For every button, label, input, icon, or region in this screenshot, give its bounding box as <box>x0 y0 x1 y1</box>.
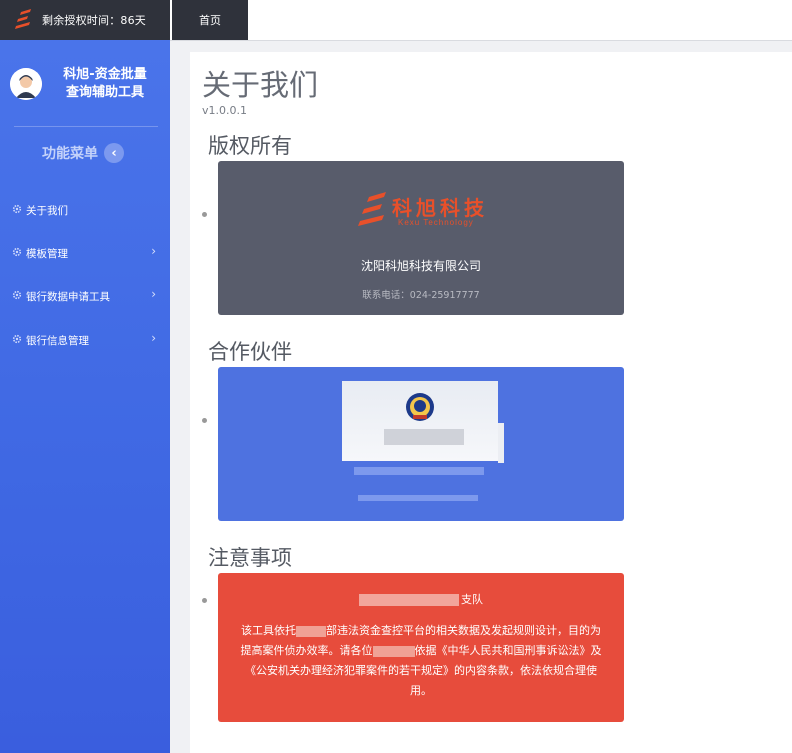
chevron-right-icon: › <box>151 331 156 345</box>
gear-icon <box>12 204 22 214</box>
menu-header-label: 功能菜单 <box>42 146 98 162</box>
menu-header: 功能菜单 ‹ <box>42 143 124 163</box>
sidebar-item-label: 银行数据申请工具 <box>26 291 110 303</box>
main-content: 关于我们 v1.0.0.1 版权所有 科旭科技 Kexu Technology … <box>190 52 792 753</box>
redacted-block <box>359 594 459 606</box>
redacted-block <box>358 495 478 501</box>
gear-icon <box>12 247 22 257</box>
redacted-block <box>372 645 415 657</box>
top-bar: 剩余授权时间：86天 首页 <box>0 0 792 41</box>
chevron-left-icon: ‹ <box>111 145 117 161</box>
sidebar-item-label: 关于我们 <box>26 205 68 217</box>
sidebar-item-bank-data-tool[interactable]: 银行数据申请工具 › <box>0 284 170 308</box>
notice-card: 支队 该工具依托 部违法资金查控平台的相关数据及发起规则设计，目的为提高案件侦办效… <box>218 573 624 722</box>
sidebar-item-about[interactable]: 关于我们 <box>0 198 170 222</box>
avatar[interactable] <box>10 68 42 100</box>
sidebar-item-template[interactable]: 模板管理 › <box>0 241 170 265</box>
page-title: 关于我们 <box>202 68 319 102</box>
chevron-right-icon: › <box>151 287 156 301</box>
notice-text: 该工具依托 部违法资金查控平台的相关数据及发起规则设计，目的为提高案件侦办效率。请… <box>240 621 602 701</box>
sidebar-item-label: 模板管理 <box>26 248 68 260</box>
copyright-card: 科旭科技 Kexu Technology 沈阳科旭科技有限公司 联系电话：024… <box>218 161 624 315</box>
sidebar-item-bank-info[interactable]: 银行信息管理 › <box>0 328 170 352</box>
list-bullet <box>202 598 207 603</box>
section-title-copyright: 版权所有 <box>208 134 292 158</box>
app-name: 科旭-资金批量 查询辅助工具 <box>50 66 160 102</box>
license-panel: 剩余授权时间：86天 <box>0 0 170 40</box>
list-bullet <box>202 212 207 217</box>
chevron-right-icon: › <box>151 244 156 258</box>
redacted-block <box>384 429 464 445</box>
collapse-sidebar-button[interactable]: ‹ <box>104 143 124 163</box>
company-name: 沈阳科旭科技有限公司 <box>360 259 481 273</box>
user-avatar-icon <box>10 68 42 100</box>
section-title-notice: 注意事项 <box>208 546 292 570</box>
app-logo-icon <box>15 9 31 29</box>
sidebar: 科旭-资金批量 查询辅助工具 功能菜单 ‹ 关于我们 模板管理 › 银行数据申请… <box>0 40 170 753</box>
license-remaining-text: 剩余授权时间：86天 <box>42 14 146 27</box>
redacted-block <box>296 625 326 637</box>
list-bullet <box>202 418 207 423</box>
redacted-block <box>354 467 484 475</box>
police-emblem-icon <box>406 393 434 421</box>
partner-card <box>218 367 624 521</box>
department-line: 支队 <box>218 591 624 607</box>
section-title-partners: 合作伙伴 <box>208 340 292 364</box>
app-name-line1: 科旭-资金批量 <box>63 67 147 82</box>
sidebar-item-label: 银行信息管理 <box>26 335 89 347</box>
notice-text-part1: 该工具依托 <box>241 624 296 637</box>
company-phone: 联系电话：024-25917777 <box>362 290 480 301</box>
sidebar-divider <box>14 126 158 127</box>
company-logo: 科旭科技 Kexu Technology <box>358 192 488 227</box>
gear-icon <box>12 334 22 344</box>
gear-icon <box>12 290 22 300</box>
redacted-block <box>498 423 504 463</box>
department-suffix: 支队 <box>461 593 483 606</box>
tab-home[interactable]: 首页 <box>172 0 248 40</box>
logo-text: 科旭科技 <box>392 196 488 220</box>
version-text: v1.0.0.1 <box>202 104 247 117</box>
logo-subtext: Kexu Technology <box>398 218 474 227</box>
app-name-line2: 查询辅助工具 <box>65 85 144 100</box>
partner-logo-image <box>342 381 498 461</box>
